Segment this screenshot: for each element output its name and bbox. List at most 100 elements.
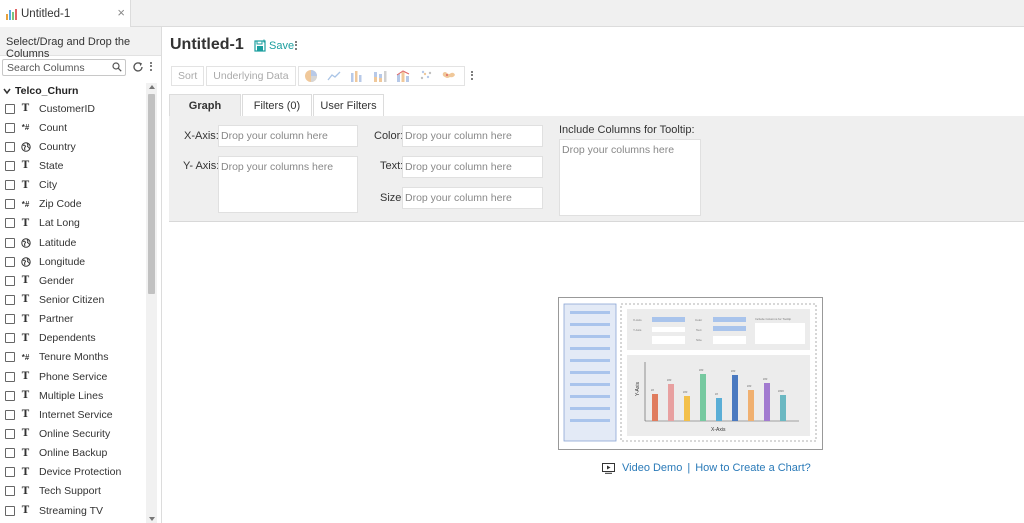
- column-checkbox[interactable]: [5, 218, 15, 229]
- tooltip-label: Include Columns for Tooltip:: [559, 124, 695, 136]
- list-item[interactable]: T Online Security: [0, 424, 146, 443]
- list-item[interactable]: T Multiple Lines: [0, 386, 146, 405]
- column-checkbox[interactable]: [5, 371, 15, 382]
- scroll-down-icon[interactable]: [149, 517, 155, 521]
- line-chart-icon[interactable]: [324, 66, 344, 86]
- text-type-icon: T: [21, 428, 30, 440]
- column-checkbox[interactable]: [5, 256, 15, 267]
- scatter-chart-icon[interactable]: [416, 66, 436, 86]
- list-item[interactable]: T Senior Citizen: [0, 290, 146, 309]
- column-checkbox[interactable]: [5, 505, 15, 516]
- chevron-down-icon[interactable]: [3, 87, 11, 95]
- tooltip-drop-zone[interactable]: Drop your columns here: [559, 139, 701, 216]
- column-checkbox[interactable]: [5, 486, 15, 497]
- svg-text:###: ###: [731, 369, 736, 373]
- search-input[interactable]: [3, 60, 107, 76]
- tab-user-filters[interactable]: User Filters: [313, 94, 384, 116]
- scrollbar[interactable]: [146, 83, 157, 523]
- svg-text:###: ###: [747, 384, 752, 388]
- size-drop-zone[interactable]: Drop your column here: [402, 187, 543, 209]
- column-checkbox[interactable]: [5, 448, 15, 459]
- list-item[interactable]: *# Tenure Months: [0, 348, 146, 367]
- column-checkbox[interactable]: [5, 199, 15, 210]
- toolbar: Sort Underlying Data: [171, 66, 476, 86]
- column-checkbox[interactable]: [5, 237, 15, 248]
- globe-icon: [20, 237, 31, 248]
- save-button[interactable]: Save: [254, 39, 294, 52]
- list-item[interactable]: T Phone Service: [0, 367, 146, 386]
- column-checkbox[interactable]: [5, 141, 15, 152]
- scroll-up-icon[interactable]: [149, 85, 155, 89]
- page-title[interactable]: Untitled-1: [170, 36, 244, 54]
- list-item[interactable]: T Tech Support: [0, 482, 146, 501]
- report-tab-icon: [6, 8, 18, 20]
- list-item[interactable]: T Device Protection: [0, 463, 146, 482]
- list-item[interactable]: T Online Backup: [0, 444, 146, 463]
- search-box[interactable]: [2, 59, 126, 76]
- list-item[interactable]: *# Count: [0, 118, 146, 137]
- y-axis-drop-zone[interactable]: Drop your columns here: [218, 156, 358, 213]
- column-checkbox[interactable]: [5, 180, 15, 191]
- column-checkbox[interactable]: [5, 352, 15, 363]
- text-type-icon: T: [21, 390, 30, 402]
- list-item[interactable]: T City: [0, 176, 146, 195]
- sort-button[interactable]: Sort: [171, 66, 205, 86]
- table-node[interactable]: Telco_Churn: [0, 83, 146, 99]
- config-tabs: Graph Filters (0) User Filters: [169, 94, 385, 116]
- size-label: Size:: [380, 192, 405, 204]
- color-drop-zone[interactable]: Drop your column here: [402, 125, 543, 147]
- column-checkbox[interactable]: [5, 333, 15, 344]
- column-checkbox[interactable]: [5, 160, 15, 171]
- list-item[interactable]: T Partner: [0, 310, 146, 329]
- column-checkbox[interactable]: [5, 275, 15, 286]
- svg-text:###: ###: [763, 377, 768, 381]
- column-name: Device Protection: [39, 466, 122, 479]
- list-item[interactable]: T Streaming TV: [0, 501, 146, 520]
- column-checkbox[interactable]: [5, 390, 15, 401]
- list-item[interactable]: Longitude: [0, 252, 146, 271]
- column-name: Country: [39, 140, 76, 153]
- video-demo-link[interactable]: Video Demo: [622, 462, 682, 474]
- column-checkbox[interactable]: [5, 409, 15, 420]
- chart-illustration-graphic: X-Axis Y-Axis Color Text Size Include Colum…: [563, 303, 817, 442]
- pie-chart-icon[interactable]: [301, 66, 321, 86]
- column-checkbox[interactable]: [5, 103, 15, 114]
- bar-chart-icon[interactable]: [347, 66, 367, 86]
- x-axis-drop-zone[interactable]: Drop your column here: [218, 125, 358, 147]
- list-item[interactable]: T CustomerID: [0, 99, 146, 118]
- tab-filters[interactable]: Filters (0): [242, 94, 312, 116]
- list-item[interactable]: T State: [0, 156, 146, 175]
- column-name: Tenure Months: [39, 351, 109, 364]
- search-icon[interactable]: [112, 62, 122, 72]
- more-options-icon[interactable]: [294, 39, 298, 53]
- svg-text:Size: Size: [696, 338, 702, 342]
- refresh-icon[interactable]: [132, 61, 144, 73]
- more-options-icon[interactable]: [468, 69, 476, 83]
- list-item[interactable]: Country: [0, 137, 146, 156]
- how-to-create-chart-link[interactable]: How to Create a Chart?: [695, 462, 811, 474]
- map-chart-icon[interactable]: [439, 66, 459, 86]
- column-checkbox[interactable]: [5, 467, 15, 478]
- chart-config: Graph Filters (0) User Filters X-Axis: D…: [169, 94, 1024, 224]
- list-item[interactable]: T Dependents: [0, 329, 146, 348]
- list-item[interactable]: Latitude: [0, 233, 146, 252]
- close-icon[interactable]: ×: [117, 6, 125, 19]
- text-type-icon: T: [21, 179, 30, 191]
- text-drop-zone[interactable]: Drop your column here: [402, 156, 543, 178]
- tab-graph[interactable]: Graph: [169, 94, 241, 116]
- underlying-data-button[interactable]: Underlying Data: [206, 66, 296, 86]
- scrollbar-thumb[interactable]: [148, 94, 155, 294]
- column-checkbox[interactable]: [5, 294, 15, 305]
- combo-chart-icon[interactable]: [393, 66, 413, 86]
- column-checkbox[interactable]: [5, 122, 15, 133]
- list-item[interactable]: T Gender: [0, 271, 146, 290]
- column-checkbox[interactable]: [5, 428, 15, 439]
- column-checkbox[interactable]: [5, 314, 15, 325]
- stacked-bar-chart-icon[interactable]: [370, 66, 390, 86]
- list-item[interactable]: T Lat Long: [0, 214, 146, 233]
- list-item[interactable]: *# Zip Code: [0, 195, 146, 214]
- list-item[interactable]: T Internet Service: [0, 405, 146, 424]
- column-name: Tech Support: [39, 485, 101, 498]
- tab-untitled-1[interactable]: Untitled-1 ×: [0, 0, 131, 27]
- more-options-icon[interactable]: [149, 60, 153, 74]
